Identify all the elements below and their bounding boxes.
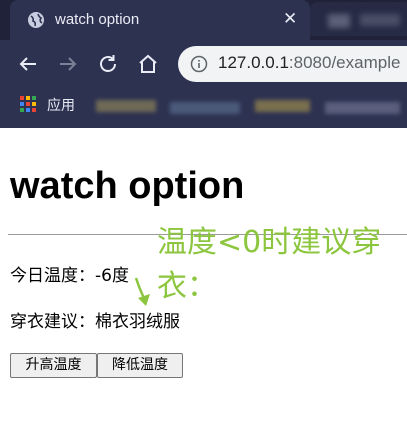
- blurred-bookmark[interactable]: [170, 102, 240, 114]
- clothing-advice: 穿衣建议：棉衣羽绒服: [10, 312, 180, 332]
- apps-grid-icon[interactable]: [20, 96, 36, 112]
- background-tab[interactable]: [310, 2, 407, 36]
- url-host: 127.0.0.1: [218, 53, 289, 72]
- blurred-bookmark[interactable]: [96, 100, 156, 112]
- browser-chrome: watch option ✕ 127.0.0.1:8080/example 应用: [0, 0, 407, 128]
- forward-arrow-icon[interactable]: [56, 52, 80, 76]
- temperature-display: 今日温度：-6度: [10, 266, 129, 286]
- annotation-arrow-icon: [134, 277, 150, 306]
- bookmarks-bar: 应用: [0, 88, 407, 128]
- blurred-tab-icon: [328, 14, 350, 28]
- address-bar[interactable]: 127.0.0.1:8080/example: [178, 46, 407, 82]
- page-title: watch option: [10, 165, 245, 207]
- tab-title: watch option: [55, 11, 140, 28]
- home-icon[interactable]: [136, 52, 160, 76]
- globe-icon: [27, 11, 45, 29]
- url-text[interactable]: 127.0.0.1:8080/example: [218, 53, 400, 73]
- blurred-tab-title: [360, 14, 400, 26]
- browser-tab[interactable]: watch option ✕: [10, 0, 310, 40]
- info-icon[interactable]: [190, 55, 208, 73]
- handwritten-annotation: 温度<0时建议穿衣：: [157, 225, 382, 304]
- blurred-bookmark[interactable]: [325, 102, 400, 114]
- url-path: :8080/example: [288, 53, 401, 72]
- tab-close-icon[interactable]: ✕: [283, 8, 297, 30]
- lower-temperature-button[interactable]: 降低温度: [97, 353, 183, 378]
- page-content: watch option 今日温度：-6度 穿衣建议：棉衣羽绒服 升高温度 降低…: [0, 128, 407, 440]
- blurred-bookmark[interactable]: [255, 100, 310, 112]
- back-arrow-icon[interactable]: [16, 52, 40, 76]
- raise-temperature-button[interactable]: 升高温度: [10, 353, 97, 378]
- browser-toolbar: 127.0.0.1:8080/example: [0, 40, 407, 88]
- apps-bookmark-label[interactable]: 应用: [47, 95, 75, 115]
- reload-icon[interactable]: [96, 52, 120, 76]
